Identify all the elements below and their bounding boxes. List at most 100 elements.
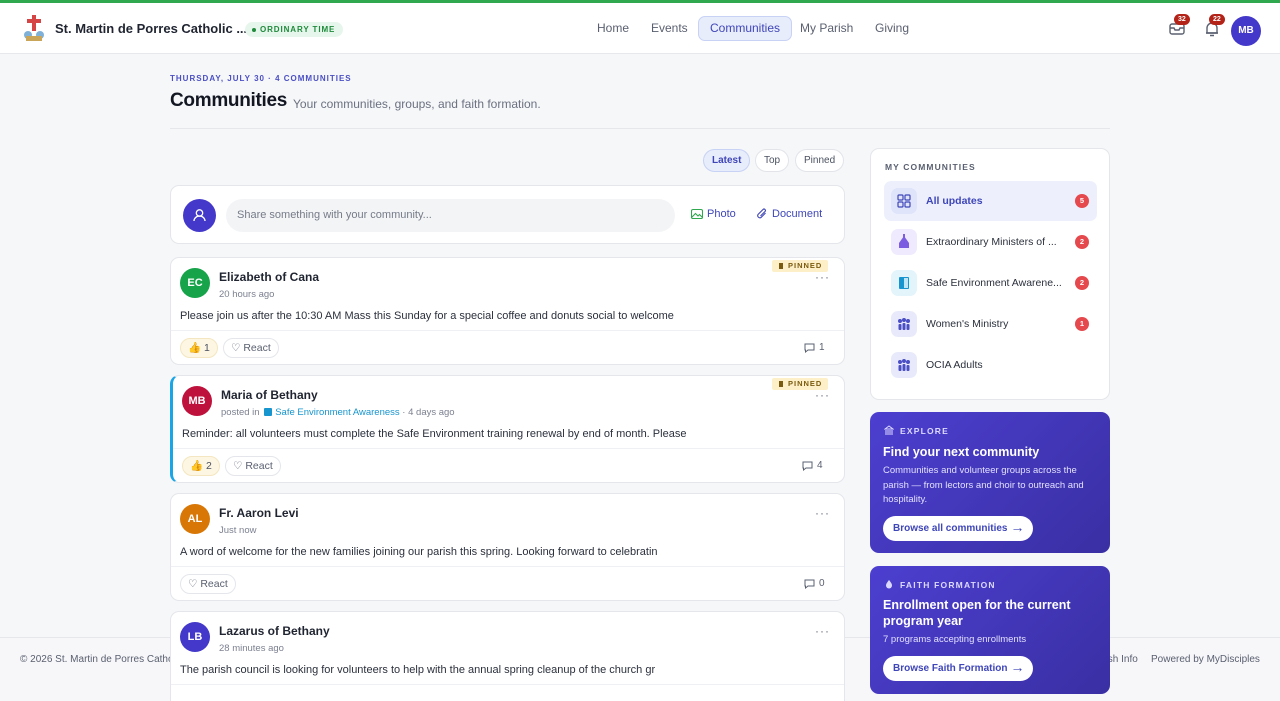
user-icon [193, 209, 206, 222]
post-more-menu[interactable]: ··· [815, 270, 830, 284]
date-line: THURSDAY, JULY 30 · 4 COMMUNITIES [170, 74, 352, 83]
post-divider [171, 566, 844, 567]
comments-count[interactable]: 4 [802, 460, 823, 471]
unread-badge: 5 [1075, 194, 1089, 208]
comments-count[interactable]: 1 [804, 342, 825, 353]
sort-latest-button[interactable]: Latest [703, 149, 751, 172]
feed-post: EC Elizabeth of Cana 20 hours ago PINNED… [170, 257, 845, 365]
react-button[interactable]: ♡ React [223, 338, 279, 358]
nav-home[interactable]: Home [586, 16, 640, 41]
parish-logo-icon[interactable] [22, 14, 46, 42]
nav-communities[interactable]: Communities [698, 16, 793, 41]
community-item-ocia-adults[interactable]: OCIA Adults [884, 345, 1097, 385]
community-item-all-updates[interactable]: All updates 5 [884, 181, 1097, 221]
comments-count[interactable]: 0 [804, 578, 825, 589]
group-icon [891, 352, 917, 378]
post-body: Please join us after the 10:30 AM Mass t… [180, 310, 674, 322]
nav-my-parish[interactable]: My Parish [789, 16, 864, 41]
add-photo-button[interactable]: Photo [691, 208, 736, 220]
notifications-count-badge: 22 [1209, 14, 1225, 25]
heart-icon: ♡ [188, 578, 198, 590]
post-body: The parish council is looking for volunt… [180, 664, 656, 676]
comment-icon [804, 579, 815, 589]
community-label: Safe Environment Awarene... [926, 277, 1062, 289]
footer-powered-by[interactable]: Powered by MyDisciples [1151, 654, 1260, 665]
my-communities-panel: MY COMMUNITIES All updates 5 Extraordina… [870, 148, 1110, 400]
composer-input[interactable]: Share something with your community... [226, 199, 675, 232]
author-name[interactable]: Elizabeth of Cana [219, 270, 319, 284]
nav-giving[interactable]: Giving [864, 16, 920, 41]
community-label: OCIA Adults [926, 359, 983, 371]
post-more-menu[interactable]: ··· [815, 388, 830, 402]
my-communities-title: MY COMMUNITIES [885, 162, 976, 172]
reaction-count: 1 [204, 342, 210, 354]
church-icon [891, 229, 917, 255]
nav-events[interactable]: Events [640, 16, 699, 41]
app-header: St. Martin de Porres Catholic ... ORDINA… [0, 3, 1280, 54]
divider [170, 128, 1110, 129]
feed-post: MB Maria of Bethany posted in Safe Envir… [170, 375, 845, 483]
community-link[interactable]: Safe Environment Awareness [275, 407, 399, 418]
comments-value: 1 [819, 342, 825, 353]
messages-count-badge: 32 [1174, 14, 1190, 25]
building-icon [884, 425, 894, 435]
react-button[interactable]: ♡ React [225, 456, 281, 476]
community-item-extraordinary-ministers[interactable]: Extraordinary Ministers of ... 2 [884, 222, 1097, 262]
explore-card: EXPLORE Find your next community Communi… [870, 412, 1110, 553]
document-label: Document [772, 208, 823, 220]
explore-kicker: EXPLORE [900, 426, 950, 436]
comments-value: 0 [819, 578, 825, 589]
heart-icon: ♡ [231, 342, 241, 354]
parish-name[interactable]: St. Martin de Porres Catholic ... [55, 21, 247, 36]
faith-kicker: FAITH FORMATION [900, 580, 996, 590]
attach-document-button[interactable]: Document [756, 208, 822, 220]
image-icon [691, 208, 703, 220]
post-divider [173, 448, 844, 449]
unread-badge: 2 [1075, 235, 1089, 249]
author-avatar[interactable]: LB [180, 622, 210, 652]
explore-title: Find your next community [883, 445, 1040, 459]
browse-faith-formation-button[interactable]: Browse Faith Formation [883, 656, 1034, 681]
user-avatar[interactable]: MB [1231, 16, 1261, 46]
paperclip-icon [757, 208, 766, 219]
post-time: 28 minutes ago [219, 643, 284, 654]
author-avatar[interactable]: EC [180, 268, 210, 298]
comment-icon [802, 461, 813, 471]
composer-avatar [183, 199, 216, 232]
heart-icon: ♡ [233, 460, 243, 472]
community-item-safe-environment[interactable]: Safe Environment Awarene... 2 [884, 263, 1097, 303]
unread-badge: 1 [1075, 317, 1089, 331]
post-body: Reminder: all volunteers must complete t… [182, 428, 687, 440]
post-more-menu[interactable]: ··· [815, 506, 830, 520]
photo-label: Photo [707, 208, 736, 220]
page-subtitle: Your communities, groups, and faith form… [293, 97, 541, 111]
feed-post: AL Fr. Aaron Levi Just now ··· A word of… [170, 493, 845, 601]
book-icon [891, 270, 917, 296]
post-more-menu[interactable]: ··· [815, 624, 830, 638]
faith-formation-card: FAITH FORMATION Enrollment open for the … [870, 566, 1110, 694]
community-item-womens-ministry[interactable]: Women's Ministry 1 [884, 304, 1097, 344]
page-title: Communities [170, 90, 288, 111]
post-divider [171, 330, 844, 331]
group-icon [891, 311, 917, 337]
author-name[interactable]: Lazarus of Bethany [219, 624, 330, 638]
posted-in-label: posted in [221, 407, 260, 418]
reaction-count: 2 [206, 460, 212, 472]
post-divider [171, 684, 844, 685]
author-avatar[interactable]: MB [182, 386, 212, 416]
sort-top-button[interactable]: Top [755, 149, 790, 172]
footer-copyright: © 2026 St. Martin de Porres Catholic Chu… [20, 654, 170, 665]
thumbs-up-reaction[interactable]: 👍 1 [180, 338, 218, 358]
author-name[interactable]: Maria of Bethany [221, 388, 318, 402]
community-icon [264, 408, 273, 416]
post-time: Just now [219, 525, 257, 536]
author-avatar[interactable]: AL [180, 504, 210, 534]
browse-communities-button[interactable]: Browse all communities [883, 516, 1034, 541]
comments-value: 4 [817, 460, 823, 471]
react-label: React [243, 342, 271, 354]
thumbs-up-reaction[interactable]: 👍 2 [182, 456, 220, 476]
explore-description: Communities and volunteer groups across … [883, 465, 1084, 505]
react-button[interactable]: ♡ React [180, 574, 236, 594]
author-name[interactable]: Fr. Aaron Levi [219, 506, 299, 520]
sort-pinned-button[interactable]: Pinned [795, 149, 845, 172]
